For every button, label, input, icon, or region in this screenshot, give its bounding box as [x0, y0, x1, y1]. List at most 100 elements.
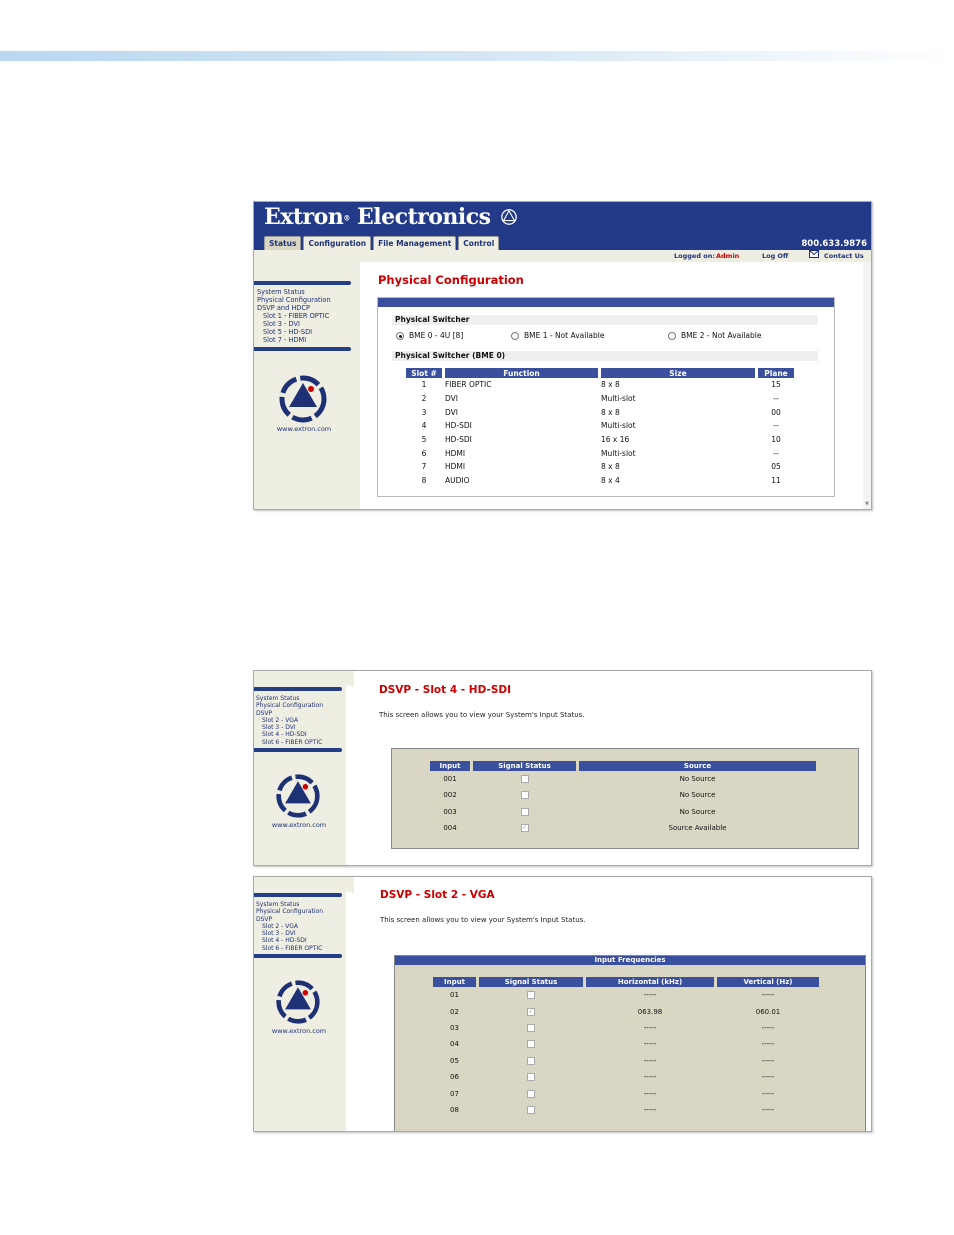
checkbox-icon	[527, 1040, 535, 1049]
table-row: 04 ----- -----	[433, 1036, 819, 1052]
nav-slot-3[interactable]: Slot 3 - DVI	[256, 930, 323, 937]
nav-slot-3[interactable]: Slot 3 - DVI	[256, 724, 323, 731]
cell-vertical: -----	[761, 1023, 775, 1032]
table-row: 003 No Source	[430, 804, 816, 820]
cell-signal-status	[479, 1053, 583, 1069]
cell-size: Multi-slot	[601, 448, 636, 458]
cell-signal-status: ✓	[473, 820, 576, 836]
nav-slot-6[interactable]: Slot 6 - FIBER OPTIC	[256, 945, 323, 952]
nav-physical-configuration[interactable]: Physical Configuration	[257, 296, 331, 304]
col-signal-status: Signal Status	[473, 761, 576, 771]
cell-slot: 5	[421, 435, 427, 445]
tab-configuration[interactable]: Configuration	[303, 236, 372, 250]
cell-function: FIBER OPTIC	[445, 380, 492, 390]
dsvp-slot4-screenshot: System Status Physical Configuration DSV…	[253, 670, 872, 866]
cell-signal-status	[479, 1085, 583, 1101]
nav-slot-2[interactable]: Slot 2 - VGA	[256, 717, 323, 724]
table-row: 2 DVI Multi-slot --	[406, 392, 794, 406]
page-title: Physical Configuration	[378, 273, 524, 287]
radio-bme-0[interactable]: BME 0 - 4U [8]	[396, 331, 463, 340]
nav-system-status[interactable]: System Status	[256, 901, 323, 908]
table-row: 08 ----- -----	[433, 1102, 819, 1118]
checked-checkbox-icon: ✓	[520, 824, 529, 833]
radio-empty-icon	[511, 332, 519, 340]
logoff-link[interactable]: Log Off	[762, 252, 788, 260]
cell-signal-status	[473, 771, 576, 787]
nav-dsvp-hdcp[interactable]: DSVP and HDCP	[257, 304, 331, 312]
nav-slot-1[interactable]: Slot 1 - FIBER OPTIC	[257, 312, 331, 320]
cell-horizontal: -----	[643, 1023, 657, 1032]
nav-slot-6[interactable]: Slot 6 - FIBER OPTIC	[256, 739, 323, 746]
cell-source: No Source	[679, 807, 716, 816]
extron-url[interactable]: www.extron.com	[254, 821, 344, 829]
nav-system-status[interactable]: System Status	[256, 695, 323, 702]
tab-status[interactable]: Status	[264, 236, 302, 250]
nav-dsvp[interactable]: DSVP	[256, 710, 323, 717]
cell-size: Multi-slot	[601, 394, 636, 404]
cell-signal-status	[479, 1036, 583, 1052]
cell-function: AUDIO	[445, 476, 470, 486]
cell-plane: 10	[771, 435, 781, 445]
nav-slot-2[interactable]: Slot 2 - VGA	[256, 923, 323, 930]
panel-header-bar	[378, 298, 834, 307]
cell-input: 001	[443, 775, 457, 784]
extron-emblem-icon	[500, 209, 517, 225]
nav-dsvp[interactable]: DSVP	[256, 916, 323, 923]
cell-input: 03	[450, 1023, 459, 1032]
page-title: DSVP - Slot 2 - VGA	[380, 889, 495, 901]
nav-slot-5[interactable]: Slot 5 - HD-SDI	[257, 328, 331, 336]
nav-physical-configuration[interactable]: Physical Configuration	[256, 908, 323, 915]
cell-signal-status	[473, 787, 576, 803]
cell-input: 002	[443, 791, 457, 800]
col-source: Source	[579, 761, 816, 771]
cell-input: 003	[443, 807, 457, 816]
cell-signal-status	[479, 1102, 583, 1118]
cell-vertical: -----	[761, 1056, 775, 1065]
sidebar-divider	[254, 687, 342, 691]
nav-system-status[interactable]: System Status	[257, 288, 331, 296]
checkbox-icon	[527, 1023, 535, 1032]
cell-slot: 7	[421, 462, 427, 472]
cell-slot: 2	[421, 394, 427, 404]
sidebar-divider	[254, 347, 351, 351]
cell-signal-status	[479, 1069, 583, 1085]
radio-bme-1[interactable]: BME 1 - Not Available	[511, 331, 604, 340]
cell-horizontal: -----	[643, 991, 657, 1000]
input-frequencies-panel: Input Frequencies Input Signal Status Ho…	[394, 955, 866, 1131]
nav-slot-7[interactable]: Slot 7 - HDMI	[257, 336, 331, 344]
scroll-down-arrow-icon[interactable]: ▼	[863, 501, 871, 507]
cell-signal-status	[479, 1020, 583, 1036]
cell-signal-status	[473, 804, 576, 820]
sidebar-nav: System Status Physical Configuration DSV…	[256, 695, 323, 746]
cell-input: 04	[450, 1040, 459, 1049]
sidebar-nav: System Status Physical Configuration DSV…	[256, 901, 323, 952]
cell-vertical: -----	[761, 1089, 775, 1098]
nav-slot-4[interactable]: Slot 4 - HD-SDI	[256, 937, 323, 944]
nav-slot-4[interactable]: Slot 4 - HD-SDI	[256, 731, 323, 738]
nav-slot-3[interactable]: Slot 3 - DVI	[257, 320, 331, 328]
col-function: Function	[445, 368, 598, 378]
cell-plane: 11	[771, 476, 781, 486]
tab-file-management[interactable]: File Management	[373, 236, 457, 250]
nav-physical-configuration[interactable]: Physical Configuration	[256, 702, 323, 709]
tab-control[interactable]: Control	[458, 236, 500, 250]
contact-us-link[interactable]: Contact Us	[824, 252, 864, 260]
table-row: 5 HD-SDI 16 x 16 10	[406, 433, 794, 447]
cell-plane: 15	[771, 380, 781, 390]
cell-plane: 00	[771, 407, 781, 417]
cell-size: 8 x 8	[601, 407, 620, 417]
radio-bme-2[interactable]: BME 2 - Not Available	[668, 331, 761, 340]
cell-input: 01	[450, 991, 459, 1000]
scrollbar[interactable]: ▼	[863, 262, 871, 509]
input-status-panel: Input Signal Status Source 001 No Source 0…	[391, 748, 859, 849]
table-row: 002 No Source	[430, 787, 816, 803]
cell-size: Multi-slot	[601, 421, 636, 431]
cell-size: 8 x 4	[601, 476, 620, 486]
phone-number: 800.633.9876	[801, 239, 867, 249]
extron-url[interactable]: www.extron.com	[254, 425, 354, 433]
cell-vertical: -----	[761, 991, 775, 1000]
cell-vertical: -----	[761, 1105, 775, 1114]
extron-url[interactable]: www.extron.com	[254, 1027, 344, 1035]
col-input: Input	[433, 977, 476, 987]
col-horizontal: Horizontal (kHz)	[586, 977, 714, 987]
